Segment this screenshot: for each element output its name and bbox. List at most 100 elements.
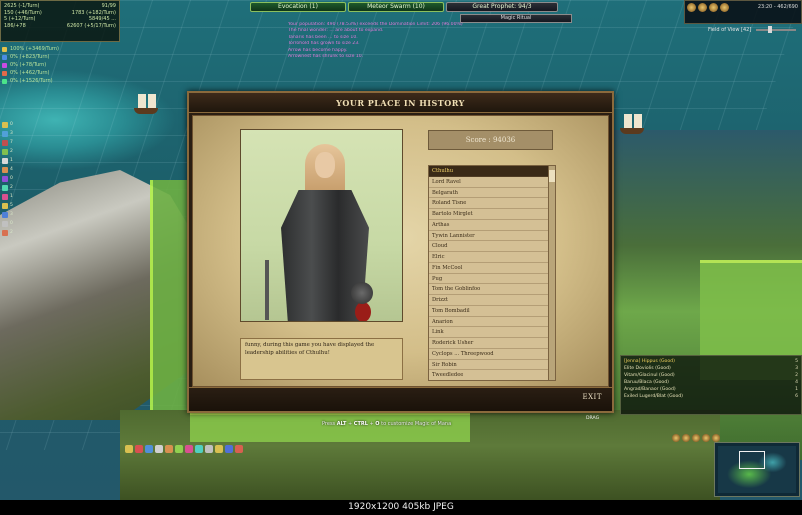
- unit-row[interactable]: Angrad/Banaor (Good) 1: [624, 386, 798, 393]
- research-allocation-list: 100% (+3469/Turn) 0% (+823/Turn) 0% (+78…: [2, 45, 97, 85]
- list-item[interactable]: Tywin Lannister: [429, 231, 555, 242]
- list-item[interactable]: Fin McCool: [429, 263, 555, 274]
- list-item[interactable]: Anarion: [429, 317, 555, 328]
- unit-count: 5: [10, 203, 13, 208]
- unit-type-icon[interactable]: [2, 229, 8, 236]
- allocation-label: 0% (+462/Turn): [10, 70, 50, 76]
- unit-count: 0: [10, 176, 13, 181]
- promotion-icon[interactable]: [125, 445, 133, 453]
- list-item[interactable]: Cyclops ... Threepwood: [429, 349, 555, 360]
- promotion-icon[interactable]: [205, 445, 213, 453]
- unit-type-icon[interactable]: [2, 193, 8, 200]
- allocation-row[interactable]: 0% (+823/Turn): [2, 53, 97, 61]
- score-label: Score : 94036: [428, 130, 553, 150]
- map-filter-icon[interactable]: [712, 434, 720, 442]
- list-item[interactable]: Tom the Goblinfoo: [429, 284, 555, 295]
- hotkey-label: ALT: [336, 421, 347, 427]
- field-of-view-slider[interactable]: [756, 29, 796, 31]
- unit-stack-column: 0 3 7 2 1 4 0 2 1 5 3 0 2: [2, 120, 38, 237]
- meteor-swarm-button[interactable]: Meteor Swarm (10): [348, 2, 444, 12]
- minimap-viewport[interactable]: [739, 451, 765, 469]
- promotion-icon[interactable]: [175, 445, 183, 453]
- unit-type-icon[interactable]: [2, 130, 8, 137]
- unit-row[interactable]: [Jenna] Hippus (Good) 5: [624, 358, 798, 365]
- promotion-icon[interactable]: [165, 445, 173, 453]
- evocation-button[interactable]: Evocation (1): [250, 2, 346, 12]
- list-item[interactable]: Bartolo Mirglet: [429, 209, 555, 220]
- list-item[interactable]: Cthulhu: [429, 166, 555, 177]
- unit-type-icon[interactable]: [2, 166, 8, 173]
- promotion-icon[interactable]: [195, 445, 203, 453]
- unit-type-icon[interactable]: [2, 157, 8, 164]
- advisor-icon[interactable]: [687, 3, 696, 12]
- advisor-toolbar: 23:20 - 462/690: [684, 0, 802, 24]
- list-item[interactable]: Roland Tisne: [429, 198, 555, 209]
- unit-type-icon[interactable]: [2, 211, 8, 218]
- promotion-bar: [125, 445, 243, 453]
- unit-type-icon[interactable]: [2, 202, 8, 209]
- ship-unit[interactable]: [618, 112, 646, 134]
- unit-type-icon[interactable]: [2, 121, 8, 128]
- map-filter-icon[interactable]: [682, 434, 690, 442]
- list-item[interactable]: Pug: [429, 274, 555, 285]
- allocation-row[interactable]: 0% (+462/Turn): [2, 69, 97, 77]
- hotkey-label: O: [375, 421, 380, 427]
- unit-row[interactable]: Elite Doviolis (Good) 3: [624, 365, 798, 372]
- allocation-row[interactable]: 100% (+3469/Turn): [2, 45, 97, 53]
- list-item[interactable]: Lord Ravel: [429, 177, 555, 188]
- unit-type-icon[interactable]: [2, 175, 8, 182]
- parchment-panel: funny, during this game you have display…: [192, 115, 609, 387]
- list-item[interactable]: Elric: [429, 252, 555, 263]
- unit-row[interactable]: Vitam/Glacinul (Good) 2: [624, 372, 798, 379]
- list-item[interactable]: Drizzt: [429, 295, 555, 306]
- advisor-icon[interactable]: [720, 3, 729, 12]
- unit-type-icon[interactable]: [2, 220, 8, 227]
- exit-button[interactable]: EXIT: [582, 393, 602, 401]
- promotion-icon[interactable]: [215, 445, 223, 453]
- scrollbar-thumb[interactable]: [549, 170, 555, 182]
- unit-type-icon[interactable]: [2, 148, 8, 155]
- allocation-row[interactable]: 0% (+1526/Turn): [2, 77, 97, 85]
- leader-ranking-list[interactable]: Cthulhu Lord Ravel Belgarath Roland Tisn…: [428, 165, 556, 381]
- promotion-icon[interactable]: [145, 445, 153, 453]
- promotion-icon[interactable]: [185, 445, 193, 453]
- map-filter-icon[interactable]: [702, 434, 710, 442]
- list-item[interactable]: Sir Robin: [429, 360, 555, 371]
- unit-name: Vitam/Glacinul (Good): [624, 373, 675, 378]
- ship-unit[interactable]: [132, 92, 160, 114]
- unit-row[interactable]: Baruu/Blaca (Good) 4: [624, 379, 798, 386]
- history-dialog: YOUR PLACE IN HISTORY funny, during this…: [187, 91, 614, 413]
- stat-value: 62607 (+5/17/Turn): [66, 22, 116, 29]
- slider-handle[interactable]: [768, 26, 772, 33]
- list-item[interactable]: Roderick Usher: [429, 338, 555, 349]
- list-item[interactable]: Cloud: [429, 241, 555, 252]
- minimap[interactable]: [714, 442, 800, 497]
- promotion-icon[interactable]: [225, 445, 233, 453]
- unit-type-icon[interactable]: [2, 184, 8, 191]
- image-caption: 1920x1200 405kb JPEG: [0, 500, 802, 515]
- unit-count: 3: [795, 366, 798, 371]
- list-item[interactable]: Tom Bombadil: [429, 306, 555, 317]
- event-message-log: Your population: 490 (78.53%) exceeds th…: [288, 22, 488, 60]
- list-item[interactable]: Tweedledee: [429, 370, 555, 380]
- culture-icon: [2, 62, 7, 68]
- science-icon: [2, 54, 7, 60]
- list-scrollbar[interactable]: [548, 166, 555, 380]
- map-filter-icon[interactable]: [672, 434, 680, 442]
- unit-row[interactable]: Exiled Lugerd/Blat (Good) 6: [624, 393, 798, 400]
- list-item[interactable]: Arthas: [429, 220, 555, 231]
- advisor-icon[interactable]: [698, 3, 707, 12]
- list-item[interactable]: Belgarath: [429, 188, 555, 199]
- unit-type-icon[interactable]: [2, 139, 8, 146]
- advisor-icon[interactable]: [709, 3, 718, 12]
- promotion-icon[interactable]: [155, 445, 163, 453]
- promotion-icon[interactable]: [235, 445, 243, 453]
- unit-count: 3: [10, 131, 13, 136]
- promotion-icon[interactable]: [135, 445, 143, 453]
- allocation-row[interactable]: 0% (+78/Turn): [2, 61, 97, 69]
- great-prophet-progress[interactable]: Great Prophet: 94/3: [446, 2, 558, 12]
- hint-text: to customize Magic of Mana: [381, 421, 452, 427]
- map-filter-icon[interactable]: [692, 434, 700, 442]
- selected-units-panel: [Jenna] Hippus (Good) 5 Elite Doviolis (G…: [620, 355, 802, 415]
- list-item[interactable]: Link: [429, 327, 555, 338]
